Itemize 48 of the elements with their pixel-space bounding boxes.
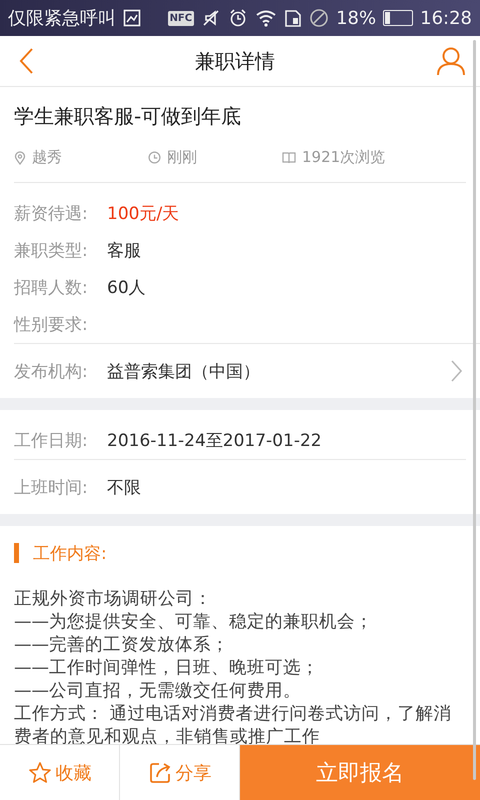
user-icon	[436, 46, 466, 76]
mute-icon	[201, 8, 222, 28]
location-text: 越秀	[32, 148, 62, 167]
wifi-icon	[255, 9, 278, 27]
field-value: 2016-11-24至2017-01-22	[107, 430, 322, 452]
page-title: 兼职详情	[195, 48, 275, 74]
image-icon	[123, 9, 141, 27]
field-value: 客服	[107, 240, 141, 262]
field-label: 工作日期:	[14, 430, 89, 452]
battery-percent: 18%	[336, 8, 376, 28]
back-button[interactable]	[18, 47, 34, 75]
field-label: 招聘人数:	[14, 277, 89, 299]
field-label: 兼职类型:	[14, 240, 89, 262]
share-icon	[148, 760, 172, 784]
view-count: 1921次浏览	[302, 148, 386, 167]
job-title: 学生兼职客服-可做到年底	[14, 103, 242, 130]
accent-bar	[14, 543, 19, 563]
clock-time: 16:28	[420, 8, 472, 28]
book-icon	[282, 151, 296, 164]
chevron-right-icon[interactable]	[450, 360, 462, 382]
field-value[interactable]: 益普索集团（中国）	[107, 360, 260, 382]
description-line: ——为您提供安全、可靠、稳定的兼职机会；	[14, 611, 374, 634]
field-value: 60人	[107, 277, 146, 299]
description-line: 工作方式： 通过电话对消费者进行问卷式访问，了解消	[14, 703, 453, 726]
section-heading: 工作内容:	[33, 542, 107, 564]
clock-icon	[148, 151, 161, 164]
field-label: 发布机构:	[14, 360, 89, 382]
blocked-icon	[309, 8, 330, 28]
field-label: 薪资待遇:	[14, 203, 89, 225]
field-label: 性别要求:	[14, 314, 89, 336]
sim-card-icon	[284, 8, 302, 28]
description-line: ——工作时间弹性，日班、晚班可选；	[14, 657, 320, 680]
description-line: ——公司直招，无需缴交任何费用。	[14, 680, 302, 703]
description-line: ——完善的工资发放体系；	[14, 634, 230, 657]
field-value: 100元/天	[107, 203, 180, 225]
field-value: 不限	[107, 476, 141, 498]
alarm-icon	[228, 8, 248, 28]
carrier-text: 仅限紧急呼叫	[8, 7, 116, 30]
nfc-icon: NFC	[168, 10, 194, 26]
posted-time: 刚刚	[167, 148, 197, 167]
field-label: 上班时间:	[14, 476, 89, 498]
description-line: 正规外资市场调研公司：	[14, 588, 213, 611]
star-icon	[28, 760, 52, 784]
back-icon	[18, 47, 34, 75]
apply-button[interactable]: 立即报名	[240, 745, 480, 800]
battery-icon	[383, 10, 414, 26]
location-pin-icon	[14, 150, 26, 164]
profile-button[interactable]	[436, 46, 466, 76]
